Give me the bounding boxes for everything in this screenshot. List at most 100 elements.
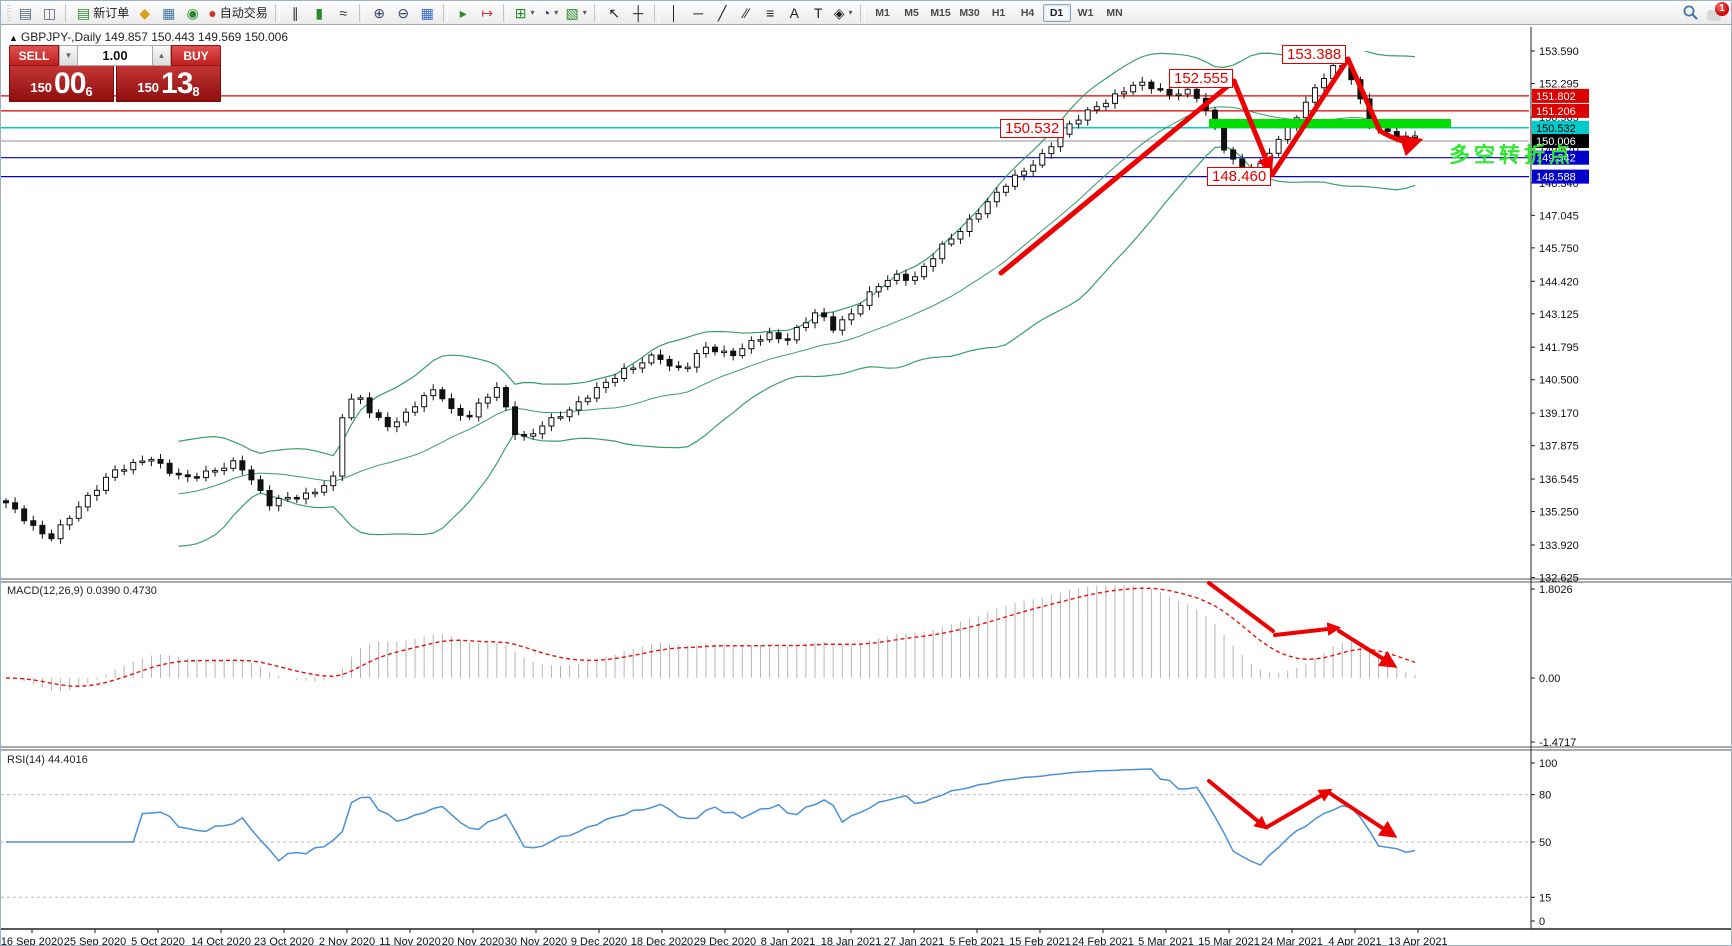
price-annotation-label[interactable]: 152.555	[1169, 69, 1234, 88]
autotrading-button-label: 自动交易	[219, 6, 268, 20]
templates-icon: ▧	[565, 4, 579, 21]
timeframe-m1-button[interactable]: M1	[869, 4, 897, 22]
date-tick-label: 15 Mar 2021	[1198, 936, 1260, 946]
autotrading-button[interactable]: ● 自动交易	[205, 3, 270, 23]
notifications-button[interactable]: 1	[1707, 1, 1729, 22]
fibonacci-button[interactable]: ≡	[759, 3, 782, 23]
macd-axis-label: 1.8026	[1539, 584, 1573, 596]
chart-window: 153.590 152.295 150.965 149.670 148.340 147.0…	[1, 25, 1731, 946]
horizontal-line-button[interactable]: ─	[687, 3, 710, 23]
profile-window-button[interactable]: ◫	[38, 3, 61, 23]
timeframe-m15-button[interactable]: M15	[927, 4, 955, 22]
toolbar-separator	[65, 3, 70, 22]
timeframe-h1-button[interactable]: H1	[985, 4, 1013, 22]
trendline-button[interactable]: ╱	[711, 3, 734, 23]
tile-windows-button[interactable]: ▦	[416, 3, 439, 23]
terminal-button[interactable]: ▦	[157, 3, 180, 23]
price-tick-label: 152.295	[1539, 79, 1579, 91]
date-tick-label: 14 Oct 2020	[191, 936, 251, 946]
crosshair-button[interactable]: ┼	[627, 3, 650, 23]
price-annotation-label[interactable]: 148.460	[1207, 167, 1272, 186]
turning-point-note: 多空转折点	[1449, 144, 1574, 167]
sell-price-prefix: 150	[30, 80, 53, 95]
macd-axis-label: -1.4717	[1539, 737, 1576, 749]
market-watch-icon: ◆	[139, 4, 151, 21]
date-tick-label: 5 Feb 2021	[949, 936, 1005, 946]
sell-price-big: 00	[54, 67, 86, 100]
buy-price-display[interactable]: 150 13 8	[116, 66, 221, 102]
price-line-badge: 151.802	[1536, 91, 1576, 103]
candlestick-plot	[3, 51, 1418, 547]
buy-price-big: 13	[161, 67, 193, 100]
trend-arrow	[1329, 792, 1398, 838]
label-button[interactable]: T	[807, 3, 830, 23]
line-chart-button[interactable]: ≈	[332, 3, 355, 23]
chevron-down-icon: ▾	[582, 8, 587, 17]
periods-icon: ◔	[541, 4, 551, 21]
channel-button[interactable]: ⁄⁄	[735, 3, 758, 23]
terminal-icon: ▦	[162, 4, 176, 21]
date-tick-label: 29 Dec 2020	[694, 936, 756, 946]
timeframe-m30-button[interactable]: M30	[956, 4, 984, 22]
bar-chart-button[interactable]: ∥	[284, 3, 307, 23]
main-toolbar: ▤ ◫ ▤ 新订单 ◆ ▦ ◉ ● 自动交易 ∥ ▮ ≈ ⊕ ⊖ ▦ ▸ ↦ ⊞ ▾ ◔ ▾ ▧ ▾ ↖ ┼ │ ─ ╱ ⁄⁄ ≡ A T ◈ ▾…	[1, 1, 1731, 25]
date-tick-label: 20 Nov 2020	[442, 936, 504, 946]
chevron-down-icon: ▾	[530, 8, 535, 17]
toolbar-separator	[274, 3, 280, 22]
chevron-down-icon: ▾	[554, 8, 559, 17]
text-button[interactable]: A	[783, 3, 806, 23]
market-watch-button[interactable]: ◆	[133, 3, 156, 23]
new-order-button[interactable]: ▤ 新订单	[74, 3, 132, 23]
zoom-in-button[interactable]: ⊕	[368, 3, 391, 23]
vertical-line-button[interactable]: │	[663, 3, 686, 23]
date-tick-label: 25 Sep 2020	[64, 936, 126, 946]
date-tick-label: 2 Nov 2020	[319, 936, 375, 946]
timeframe-d1-button[interactable]: D1	[1042, 3, 1071, 22]
timeframe-m5-button[interactable]: M5	[898, 4, 926, 22]
bar-chart-icon: ∥	[291, 4, 299, 21]
signals-icon: ◉	[186, 4, 199, 21]
zoom-out-button[interactable]: ⊖	[392, 3, 415, 23]
toolbar-separator	[859, 3, 865, 22]
channel-icon: ⁄⁄	[743, 4, 749, 21]
horizontal-line-icon: ─	[693, 4, 704, 21]
templates-button[interactable]: ▧ ▾	[562, 3, 589, 23]
periods-button[interactable]: ◔ ▾	[538, 3, 561, 23]
profile-window-icon: ◫	[42, 4, 57, 21]
price-tick-label: 132.625	[1539, 572, 1579, 584]
arrows-icon: ◈	[833, 4, 845, 21]
timeframe-mn-button[interactable]: MN	[1101, 4, 1129, 22]
timeframe-h4-button[interactable]: H4	[1014, 4, 1042, 22]
sell-button[interactable]: SELL	[9, 45, 59, 66]
rsi-axis-label: 0	[1539, 916, 1545, 928]
date-tick-label: 24 Mar 2021	[1261, 936, 1323, 946]
rsi-plot	[6, 768, 1416, 866]
chart-shift-button[interactable]: ↦	[476, 3, 499, 23]
collapse-arrow-icon[interactable]: ▲	[9, 33, 18, 43]
zoom-in-icon: ⊕	[373, 4, 386, 21]
sell-price-display[interactable]: 150 00 6	[9, 66, 114, 102]
price-annotation-label[interactable]: 150.532	[1000, 119, 1065, 138]
signals-button[interactable]: ◉	[181, 3, 204, 23]
price-line-badge: 148.588	[1536, 172, 1576, 184]
macd-indicator-label: MACD(12,26,9) 0.0390 0.4730	[7, 585, 157, 597]
cursor-button[interactable]: ↖	[603, 3, 626, 23]
rsi-indicator-label: RSI(14) 44.4016	[7, 754, 88, 766]
indicators-button[interactable]: ⊞ ▾	[512, 3, 538, 23]
text-icon: A	[789, 4, 799, 21]
candle-chart-button[interactable]: ▮	[308, 3, 331, 23]
price-annotation-label[interactable]: 153.388	[1282, 45, 1347, 64]
date-tick-label: 16 Sep 2020	[1, 936, 63, 946]
chart-window-button[interactable]: ▤	[14, 3, 37, 23]
buy-button[interactable]: BUY	[171, 45, 221, 66]
arrows-button[interactable]: ◈ ▾	[831, 3, 856, 23]
search-icon[interactable]	[1682, 4, 1699, 21]
volume-up-button[interactable]: ▲	[152, 45, 171, 66]
timeframe-w1-button[interactable]: W1	[1072, 4, 1100, 22]
toolbar-grip	[7, 4, 11, 21]
volume-input[interactable]	[78, 45, 152, 66]
date-tick-label: 11 Nov 2020	[379, 936, 441, 946]
toolbar-separator	[653, 3, 659, 22]
volume-down-button[interactable]: ▼	[59, 45, 78, 66]
auto-scroll-button[interactable]: ▸	[452, 3, 475, 23]
